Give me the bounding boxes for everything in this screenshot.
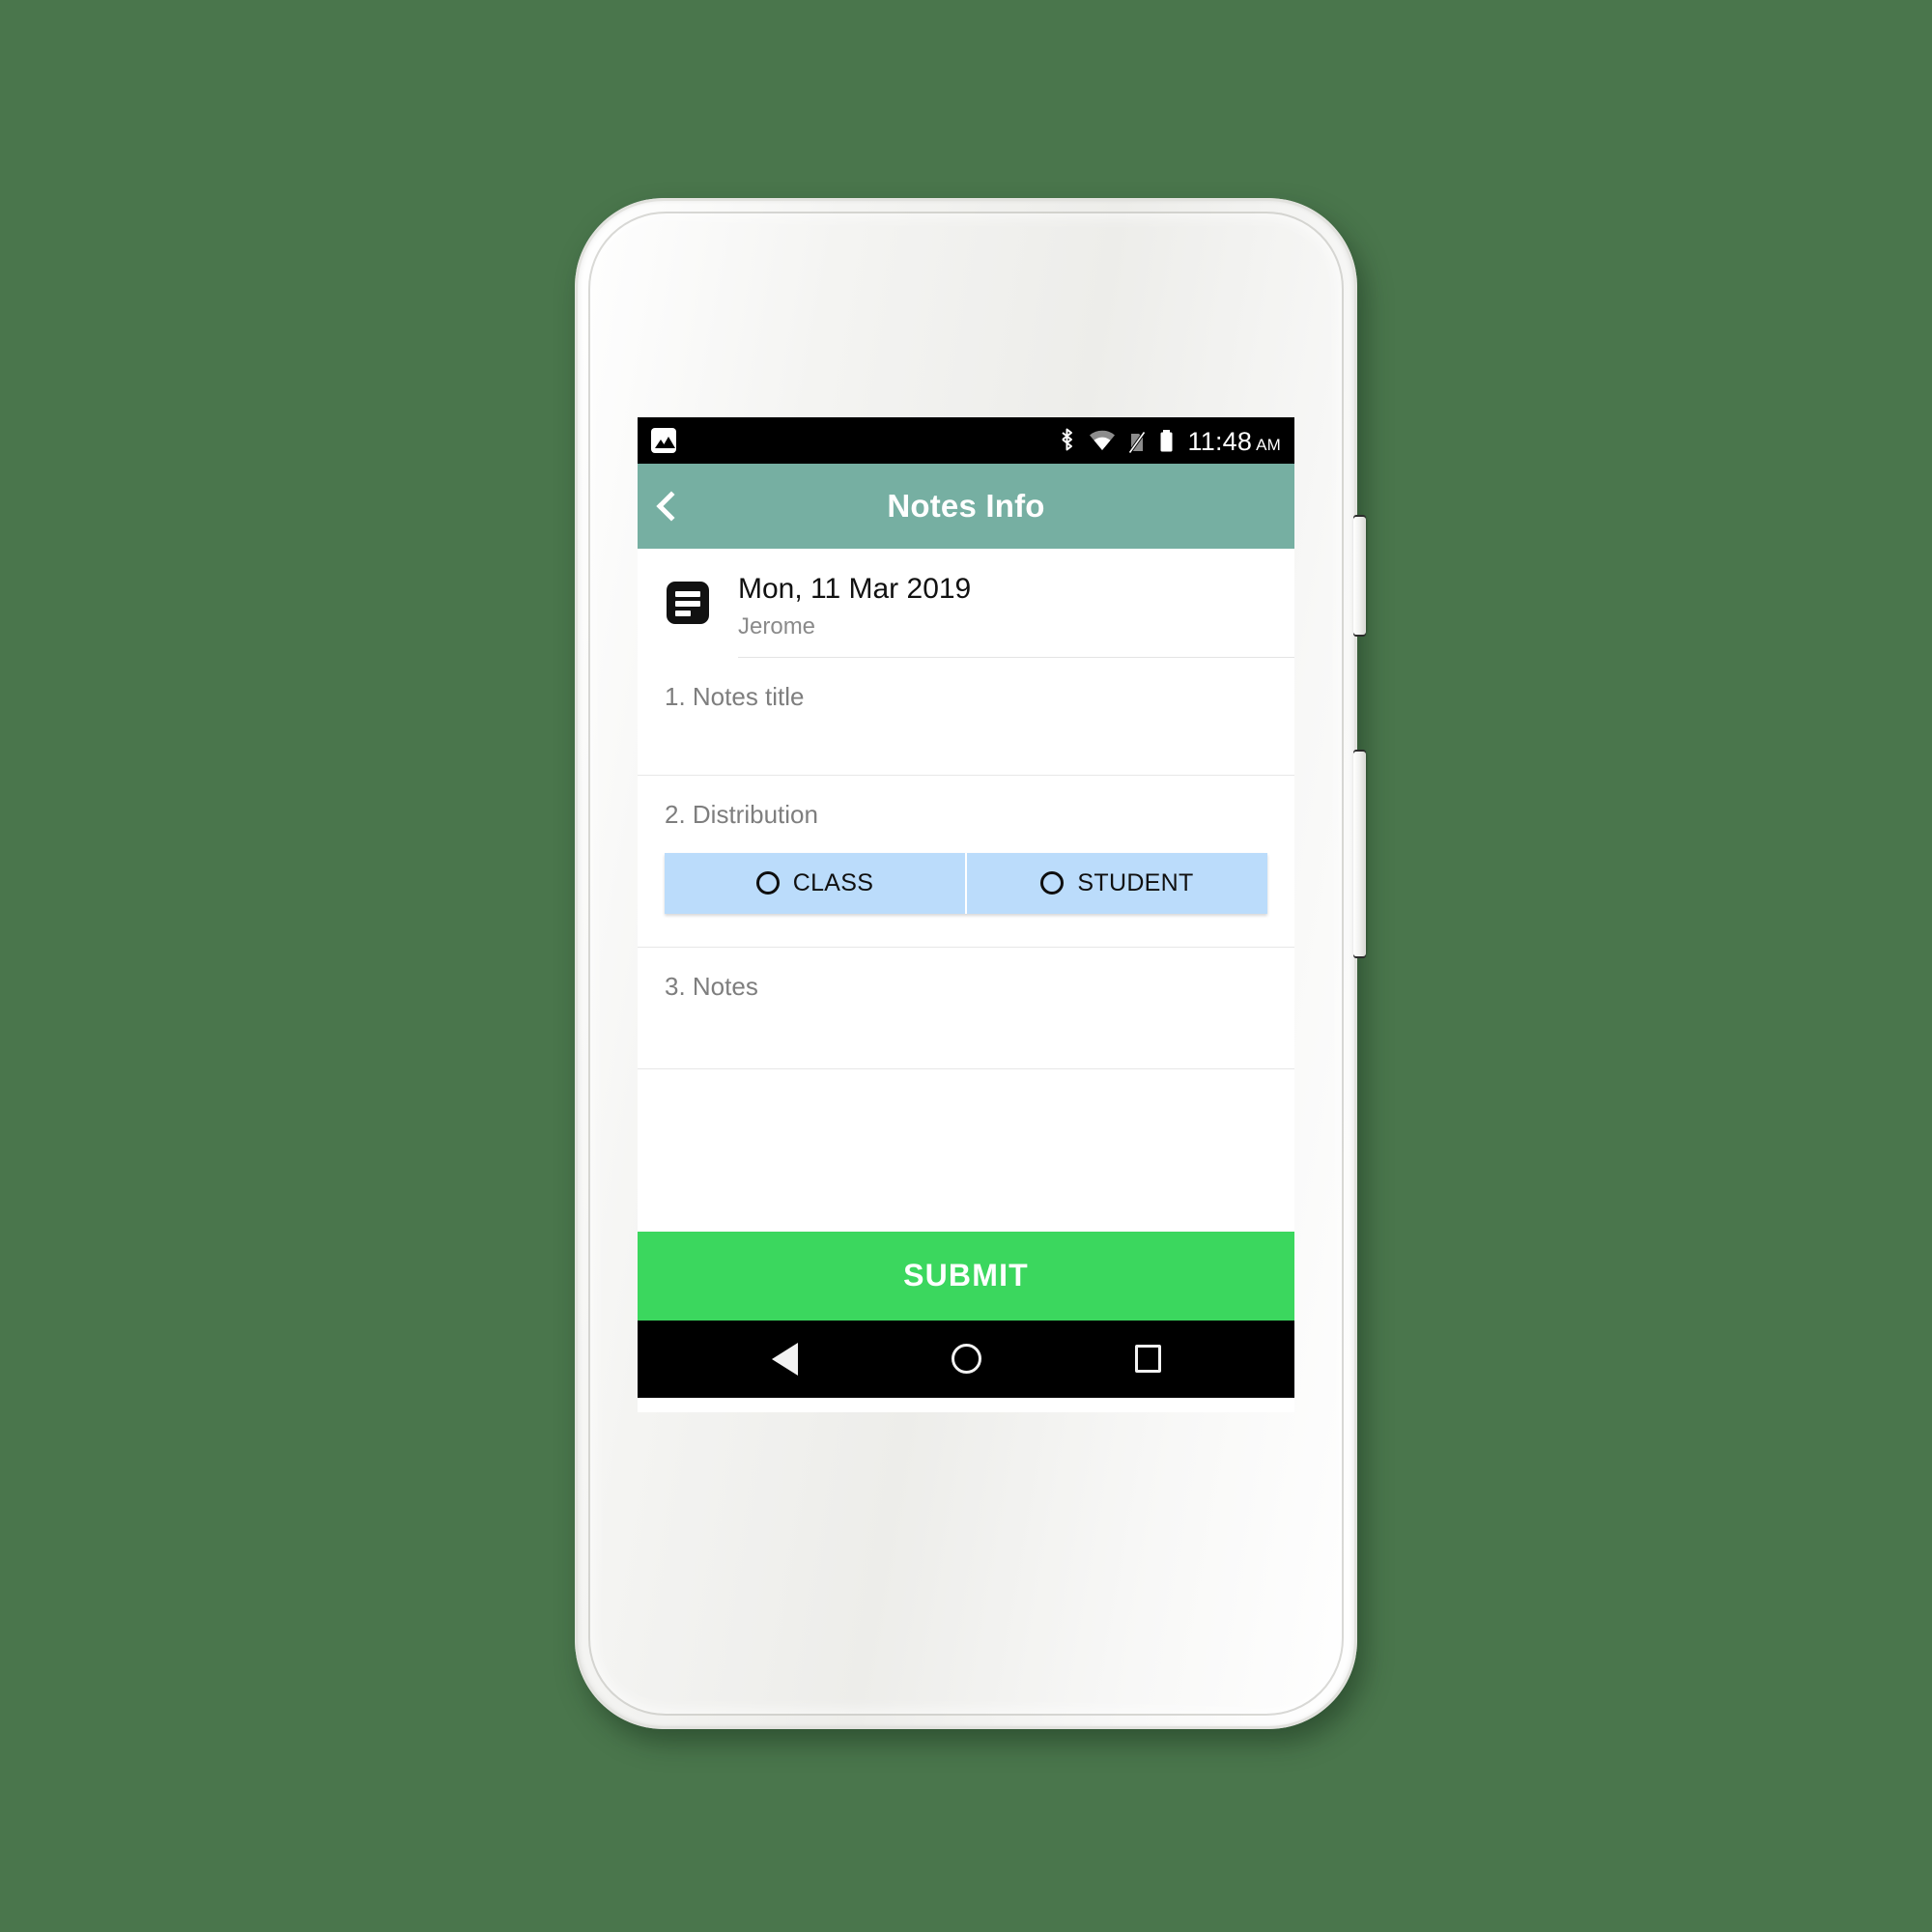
nav-home-button[interactable]	[932, 1321, 1000, 1398]
status-bar-left	[651, 428, 676, 453]
field-notes: 3. Notes	[638, 948, 1294, 1069]
power-button[interactable]	[1353, 517, 1366, 635]
field-label-notes: 3. Notes	[665, 971, 758, 1001]
back-button[interactable]	[638, 464, 699, 549]
radio-option-student[interactable]: STUDENT	[965, 852, 1267, 914]
android-nav-bar	[638, 1320, 1294, 1398]
phone-screen: 11:48 AM Notes Info Mon, 11 Mar 2019 Jer…	[638, 417, 1294, 1412]
volume-button[interactable]	[1353, 752, 1366, 956]
field-label-notes-title: 1. Notes title	[665, 681, 805, 711]
record-header: Mon, 11 Mar 2019 Jerome	[638, 549, 1294, 658]
record-author: Jerome	[738, 612, 816, 639]
nav-back-icon	[771, 1342, 798, 1376]
chevron-left-icon	[656, 491, 687, 522]
no-sim-icon	[1127, 431, 1146, 454]
status-bar-right: 11:48 AM	[1058, 426, 1281, 455]
app-bar: Notes Info	[638, 464, 1294, 549]
page-title: Notes Info	[887, 488, 1045, 524]
wifi-icon	[1089, 430, 1115, 450]
notes-input[interactable]	[665, 1016, 1267, 1056]
notes-title-input[interactable]	[665, 726, 1267, 766]
nav-home-icon	[951, 1344, 981, 1375]
radio-option-class-label: CLASS	[792, 868, 874, 896]
field-label-distribution: 2. Distribution	[665, 799, 818, 829]
radio-option-class[interactable]: CLASS	[665, 852, 965, 914]
form-empty-space	[638, 1068, 1294, 1232]
nav-recents-icon	[1134, 1345, 1161, 1374]
field-distribution: 2. Distribution CLASS STUDENT	[638, 776, 1294, 948]
form-body: Mon, 11 Mar 2019 Jerome 1. Notes title 2…	[638, 549, 1294, 1232]
radio-circle-icon	[1040, 871, 1065, 895]
field-notes-title: 1. Notes title	[638, 658, 1294, 776]
record-date: Mon, 11 Mar 2019	[738, 573, 972, 605]
phone-mockup: 11:48 AM Notes Info Mon, 11 Mar 2019 Jer…	[575, 198, 1366, 1743]
radio-option-student-label: STUDENT	[1077, 868, 1194, 896]
notes-icon	[667, 582, 709, 624]
battery-icon	[1160, 430, 1173, 452]
clock-time: 11:48	[1187, 427, 1253, 456]
bluetooth-icon	[1061, 428, 1072, 451]
nav-back-button[interactable]	[751, 1321, 818, 1398]
submit-button[interactable]: SUBMIT	[638, 1231, 1294, 1321]
record-icon-wrap	[638, 573, 738, 624]
status-bar: 11:48 AM	[638, 417, 1294, 464]
clock-meridiem: AM	[1256, 436, 1281, 454]
nav-recents-button[interactable]	[1114, 1321, 1181, 1398]
status-bar-clock: 11:48 AM	[1188, 429, 1281, 455]
distribution-radio-group: CLASS STUDENT	[665, 852, 1267, 914]
record-header-text: Mon, 11 Mar 2019 Jerome	[738, 573, 1294, 658]
image-icon	[651, 428, 676, 453]
radio-circle-icon	[755, 871, 780, 895]
